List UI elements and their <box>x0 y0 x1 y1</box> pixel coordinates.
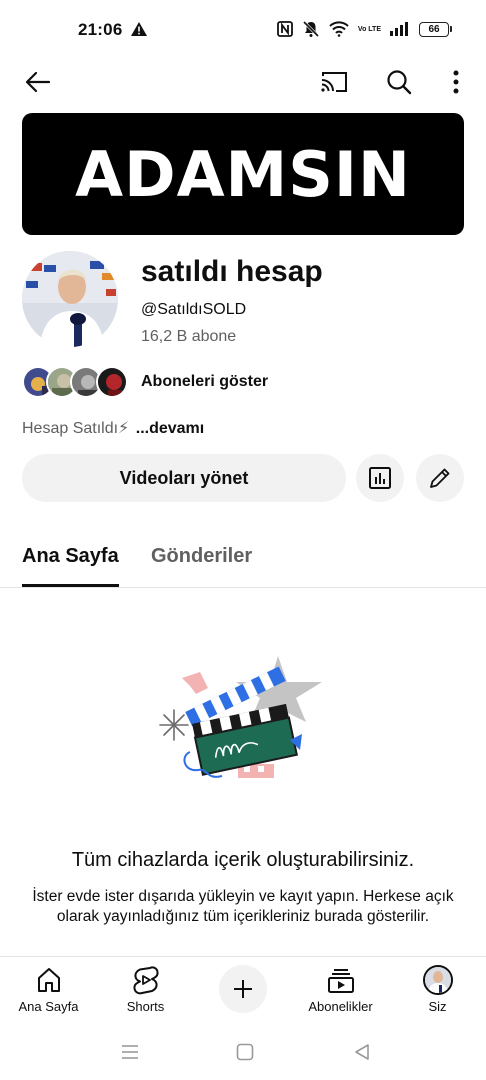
profile-avatar <box>422 964 453 996</box>
nfc-icon <box>277 21 293 37</box>
banner-text: ADAMSIN <box>75 137 411 211</box>
nav-subscriptions-label: Abonelikler <box>308 999 373 1014</box>
subscriber-avatar <box>96 366 128 398</box>
analytics-button[interactable] <box>356 454 404 502</box>
mute-icon <box>302 20 320 38</box>
tab-ana-sayfa[interactable]: Ana Sayfa <box>22 545 119 568</box>
status-bar: 21:06 Vo LTE 66 <box>0 0 486 62</box>
volte-icon: Vo LTE <box>357 25 381 33</box>
battery-level: 66 <box>419 21 449 37</box>
back-button-icon[interactable] <box>350 1040 374 1064</box>
shorts-icon <box>132 964 160 996</box>
nav-you[interactable]: Siz <box>389 957 486 1025</box>
subscriber-avatars[interactable] <box>22 366 132 398</box>
pencil-icon <box>430 468 450 488</box>
channel-avatar[interactable] <box>22 251 118 347</box>
channel-description[interactable]: Hesap Satıldı⚡ ...devamı <box>22 418 204 438</box>
empty-state-body: İster evde ister dışarıda yükleyin ve ka… <box>32 888 454 925</box>
recent-apps-icon[interactable] <box>118 1040 142 1064</box>
edit-channel-button[interactable] <box>416 454 464 502</box>
system-navigation-bar <box>0 1024 486 1080</box>
more-link[interactable]: ...devamı <box>136 420 204 437</box>
nav-home-label: Ana Sayfa <box>18 999 79 1014</box>
channel-banner[interactable]: ADAMSIN <box>22 113 464 235</box>
home-icon <box>35 964 63 996</box>
subscriber-count: 16,2 B abone <box>141 328 237 345</box>
channel-tabs: Ana Sayfa Gönderiler <box>0 528 486 588</box>
channel-handle: @SatıldıSOLD <box>141 301 247 318</box>
nav-you-label: Siz <box>428 999 447 1014</box>
warning-icon <box>131 22 147 41</box>
clapperboard-illustration <box>150 648 336 790</box>
top-app-bar <box>0 62 486 102</box>
nav-home[interactable]: Ana Sayfa <box>0 957 97 1025</box>
nav-subscriptions[interactable]: Abonelikler <box>292 957 389 1025</box>
search-icon[interactable] <box>381 64 417 100</box>
battery-icon: 66 <box>419 21 452 37</box>
plus-icon <box>234 980 252 998</box>
nav-shorts-label: Shorts <box>126 999 165 1014</box>
description-text: Hesap Satıldı⚡ <box>22 420 130 437</box>
channel-name: satıldı hesap <box>141 255 323 288</box>
analytics-icon <box>369 467 391 489</box>
signal-icon <box>390 22 410 36</box>
show-subscribers-link[interactable]: Aboneleri göster <box>141 373 268 391</box>
more-vert-icon[interactable] <box>438 64 474 100</box>
cast-icon[interactable] <box>316 64 352 100</box>
create-button[interactable] <box>219 965 267 1013</box>
empty-state-title: Tüm cihazlarda içerik oluşturabilirsiniz… <box>71 849 415 871</box>
bottom-navigation: Ana Sayfa Shorts Abonelikler Siz <box>0 956 486 1024</box>
status-icons: Vo LTE 66 <box>277 20 452 38</box>
nav-shorts[interactable]: Shorts <box>97 957 194 1025</box>
back-arrow-icon[interactable] <box>20 64 56 100</box>
active-tab-indicator <box>22 584 119 587</box>
home-button-icon[interactable] <box>233 1040 257 1064</box>
status-time: 21:06 <box>78 20 123 39</box>
subscriptions-icon <box>327 964 355 996</box>
wifi-icon <box>329 21 349 37</box>
tab-gonderiler[interactable]: Gönderiler <box>151 545 252 568</box>
manage-videos-button[interactable]: Videoları yönet <box>22 454 346 502</box>
